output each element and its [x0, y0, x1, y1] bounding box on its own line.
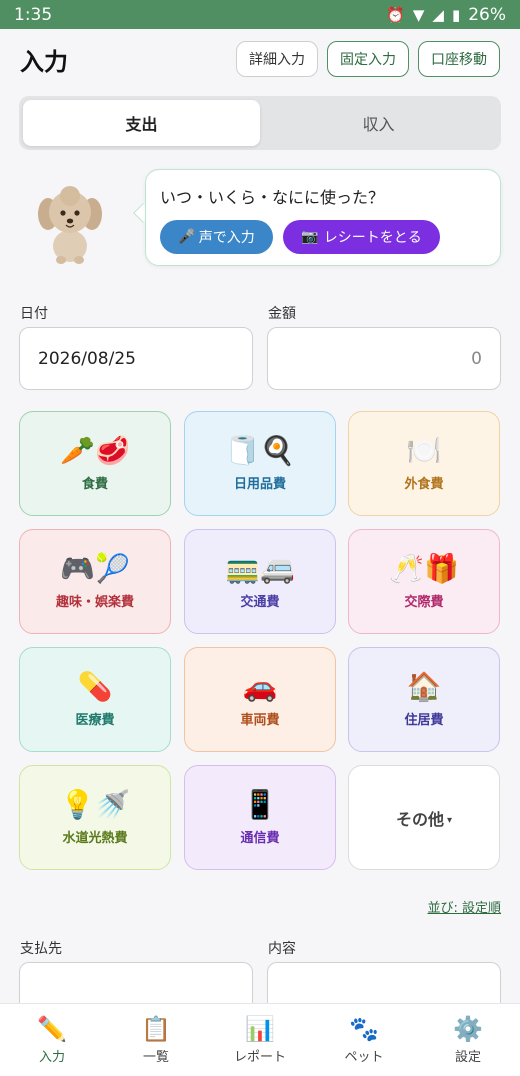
camera-icon: 📷	[301, 229, 319, 245]
expense-income-toggle: 支出 収入	[19, 96, 501, 150]
status-icons: ⏰ ▼ ◢ ▮ 26%	[386, 5, 506, 25]
category-label: 車両費	[240, 713, 280, 728]
category-icon: 🎮🎾	[60, 552, 130, 585]
microphone-icon: 🎤	[178, 229, 196, 245]
dog-mascot-icon	[38, 186, 102, 264]
assistant-question: いつ・いくら・なにに使った？	[160, 188, 385, 207]
bottom-navigation: ✏️ 入力 📋 一覧 📊 レポート 🐾 ペット ⚙️ 設定	[0, 1003, 520, 1076]
category-label: 外食費	[404, 477, 444, 492]
receipt-scan-button[interactable]: 📷 レシートをとる	[283, 220, 440, 254]
detail-input-button[interactable]: 詳細入力	[236, 41, 318, 77]
category-tile[interactable]: 🥕🥩 食費	[19, 411, 171, 516]
voice-input-button[interactable]: 🎤 声で入力	[160, 220, 273, 254]
nav-label: レポート	[233, 1049, 286, 1065]
nav-item-settings[interactable]: ⚙️ 設定	[416, 1004, 520, 1076]
category-label: 趣味・娯楽費	[55, 595, 134, 610]
tab-expense[interactable]: 支出	[23, 100, 260, 146]
page-title: 入力	[20, 47, 68, 76]
signal-icon: ◢	[432, 5, 444, 24]
nav-item-pet[interactable]: 🐾 ペット	[312, 1004, 416, 1076]
nav-label: 一覧	[142, 1049, 169, 1065]
category-label: 医療費	[75, 713, 115, 728]
battery-level: 26%	[468, 4, 506, 25]
report-icon: 📊	[245, 1014, 275, 1043]
nav-item-list[interactable]: 📋 一覧	[104, 1004, 208, 1076]
sort-order-link[interactable]: 並び: 設定順	[427, 897, 501, 916]
category-icon: 📱	[242, 788, 278, 821]
date-label: 日付	[20, 306, 48, 322]
battery-icon: ▮	[451, 5, 461, 24]
caret-down-icon: ▾	[446, 814, 453, 826]
receipt-scan-label: レシートをとる	[323, 230, 422, 246]
nav-label: 設定	[454, 1049, 481, 1065]
category-tile[interactable]: 🎮🎾 趣味・娯楽費	[19, 529, 171, 634]
content-label: 内容	[268, 941, 296, 957]
category-tile[interactable]: 🚃🚐 交通費	[184, 529, 336, 634]
category-icon: 🚗	[242, 670, 278, 703]
category-other[interactable]: その他 ▾	[348, 765, 500, 870]
settings-icon: ⚙️	[453, 1014, 483, 1043]
payee-label: 支払先	[20, 941, 62, 957]
category-label: 水道光熱費	[62, 831, 128, 846]
category-label: 日用品費	[233, 477, 286, 492]
category-label: 通信費	[240, 831, 280, 846]
nav-label: ペット	[344, 1049, 384, 1065]
category-tile[interactable]: 🥂🎁 交際費	[348, 529, 500, 634]
category-icon: 🚃🚐	[225, 552, 295, 585]
category-tile[interactable]: 💊 医療費	[19, 647, 171, 752]
category-icon: 💊	[77, 670, 113, 703]
nav-label: 入力	[38, 1049, 65, 1065]
category-label: 交際費	[404, 595, 444, 610]
voice-input-label: 声で入力	[198, 230, 255, 246]
assistant-bubble: いつ・いくら・なにに使った？ 🎤 声で入力 📷 レシートをとる	[145, 169, 501, 266]
amount-field[interactable]: 0	[267, 327, 501, 390]
status-bar: 1:35 ⏰ ▼ ◢ ▮ 26%	[0, 0, 520, 29]
tab-income[interactable]: 収入	[260, 100, 497, 146]
category-icon: 🍽️	[406, 434, 442, 467]
category-tile[interactable]: 🍽️ 外食費	[348, 411, 500, 516]
alarm-icon: ⏰	[386, 5, 405, 24]
category-tile[interactable]: 🚗 車両費	[184, 647, 336, 752]
category-tile[interactable]: 🧻🍳 日用品費	[184, 411, 336, 516]
amount-label: 金額	[268, 306, 296, 322]
fixed-input-button[interactable]: 固定入力	[327, 41, 409, 77]
input-icon: ✏️	[37, 1014, 67, 1043]
category-icon: 🥕🥩	[60, 434, 130, 467]
pet-icon: 🐾	[349, 1014, 379, 1043]
header-buttons: 詳細入力 固定入力 口座移動	[236, 41, 500, 77]
category-label: 住居費	[404, 713, 444, 728]
category-other-label: その他 ▾	[395, 809, 453, 829]
list-icon: 📋	[141, 1014, 171, 1043]
category-icon: 🧻🍳	[225, 434, 295, 467]
category-icon: 🏠	[406, 670, 442, 703]
nav-item-report[interactable]: 📊 レポート	[208, 1004, 312, 1076]
category-label: 交通費	[240, 595, 280, 610]
status-time: 1:35	[14, 4, 53, 25]
header: 入力 詳細入力 固定入力 口座移動	[20, 40, 500, 78]
account-transfer-button[interactable]: 口座移動	[418, 41, 500, 77]
nav-item-input[interactable]: ✏️ 入力	[0, 1004, 104, 1076]
category-label: 食費	[81, 477, 108, 492]
wifi-icon: ▼	[412, 5, 425, 24]
date-field[interactable]: 2026/08/25	[19, 327, 253, 390]
category-icon: 💡🚿	[60, 788, 130, 821]
category-tile[interactable]: 📱 通信費	[184, 765, 336, 870]
category-tile[interactable]: 💡🚿 水道光熱費	[19, 765, 171, 870]
category-tile[interactable]: 🏠 住居費	[348, 647, 500, 752]
category-icon: 🥂🎁	[389, 552, 459, 585]
